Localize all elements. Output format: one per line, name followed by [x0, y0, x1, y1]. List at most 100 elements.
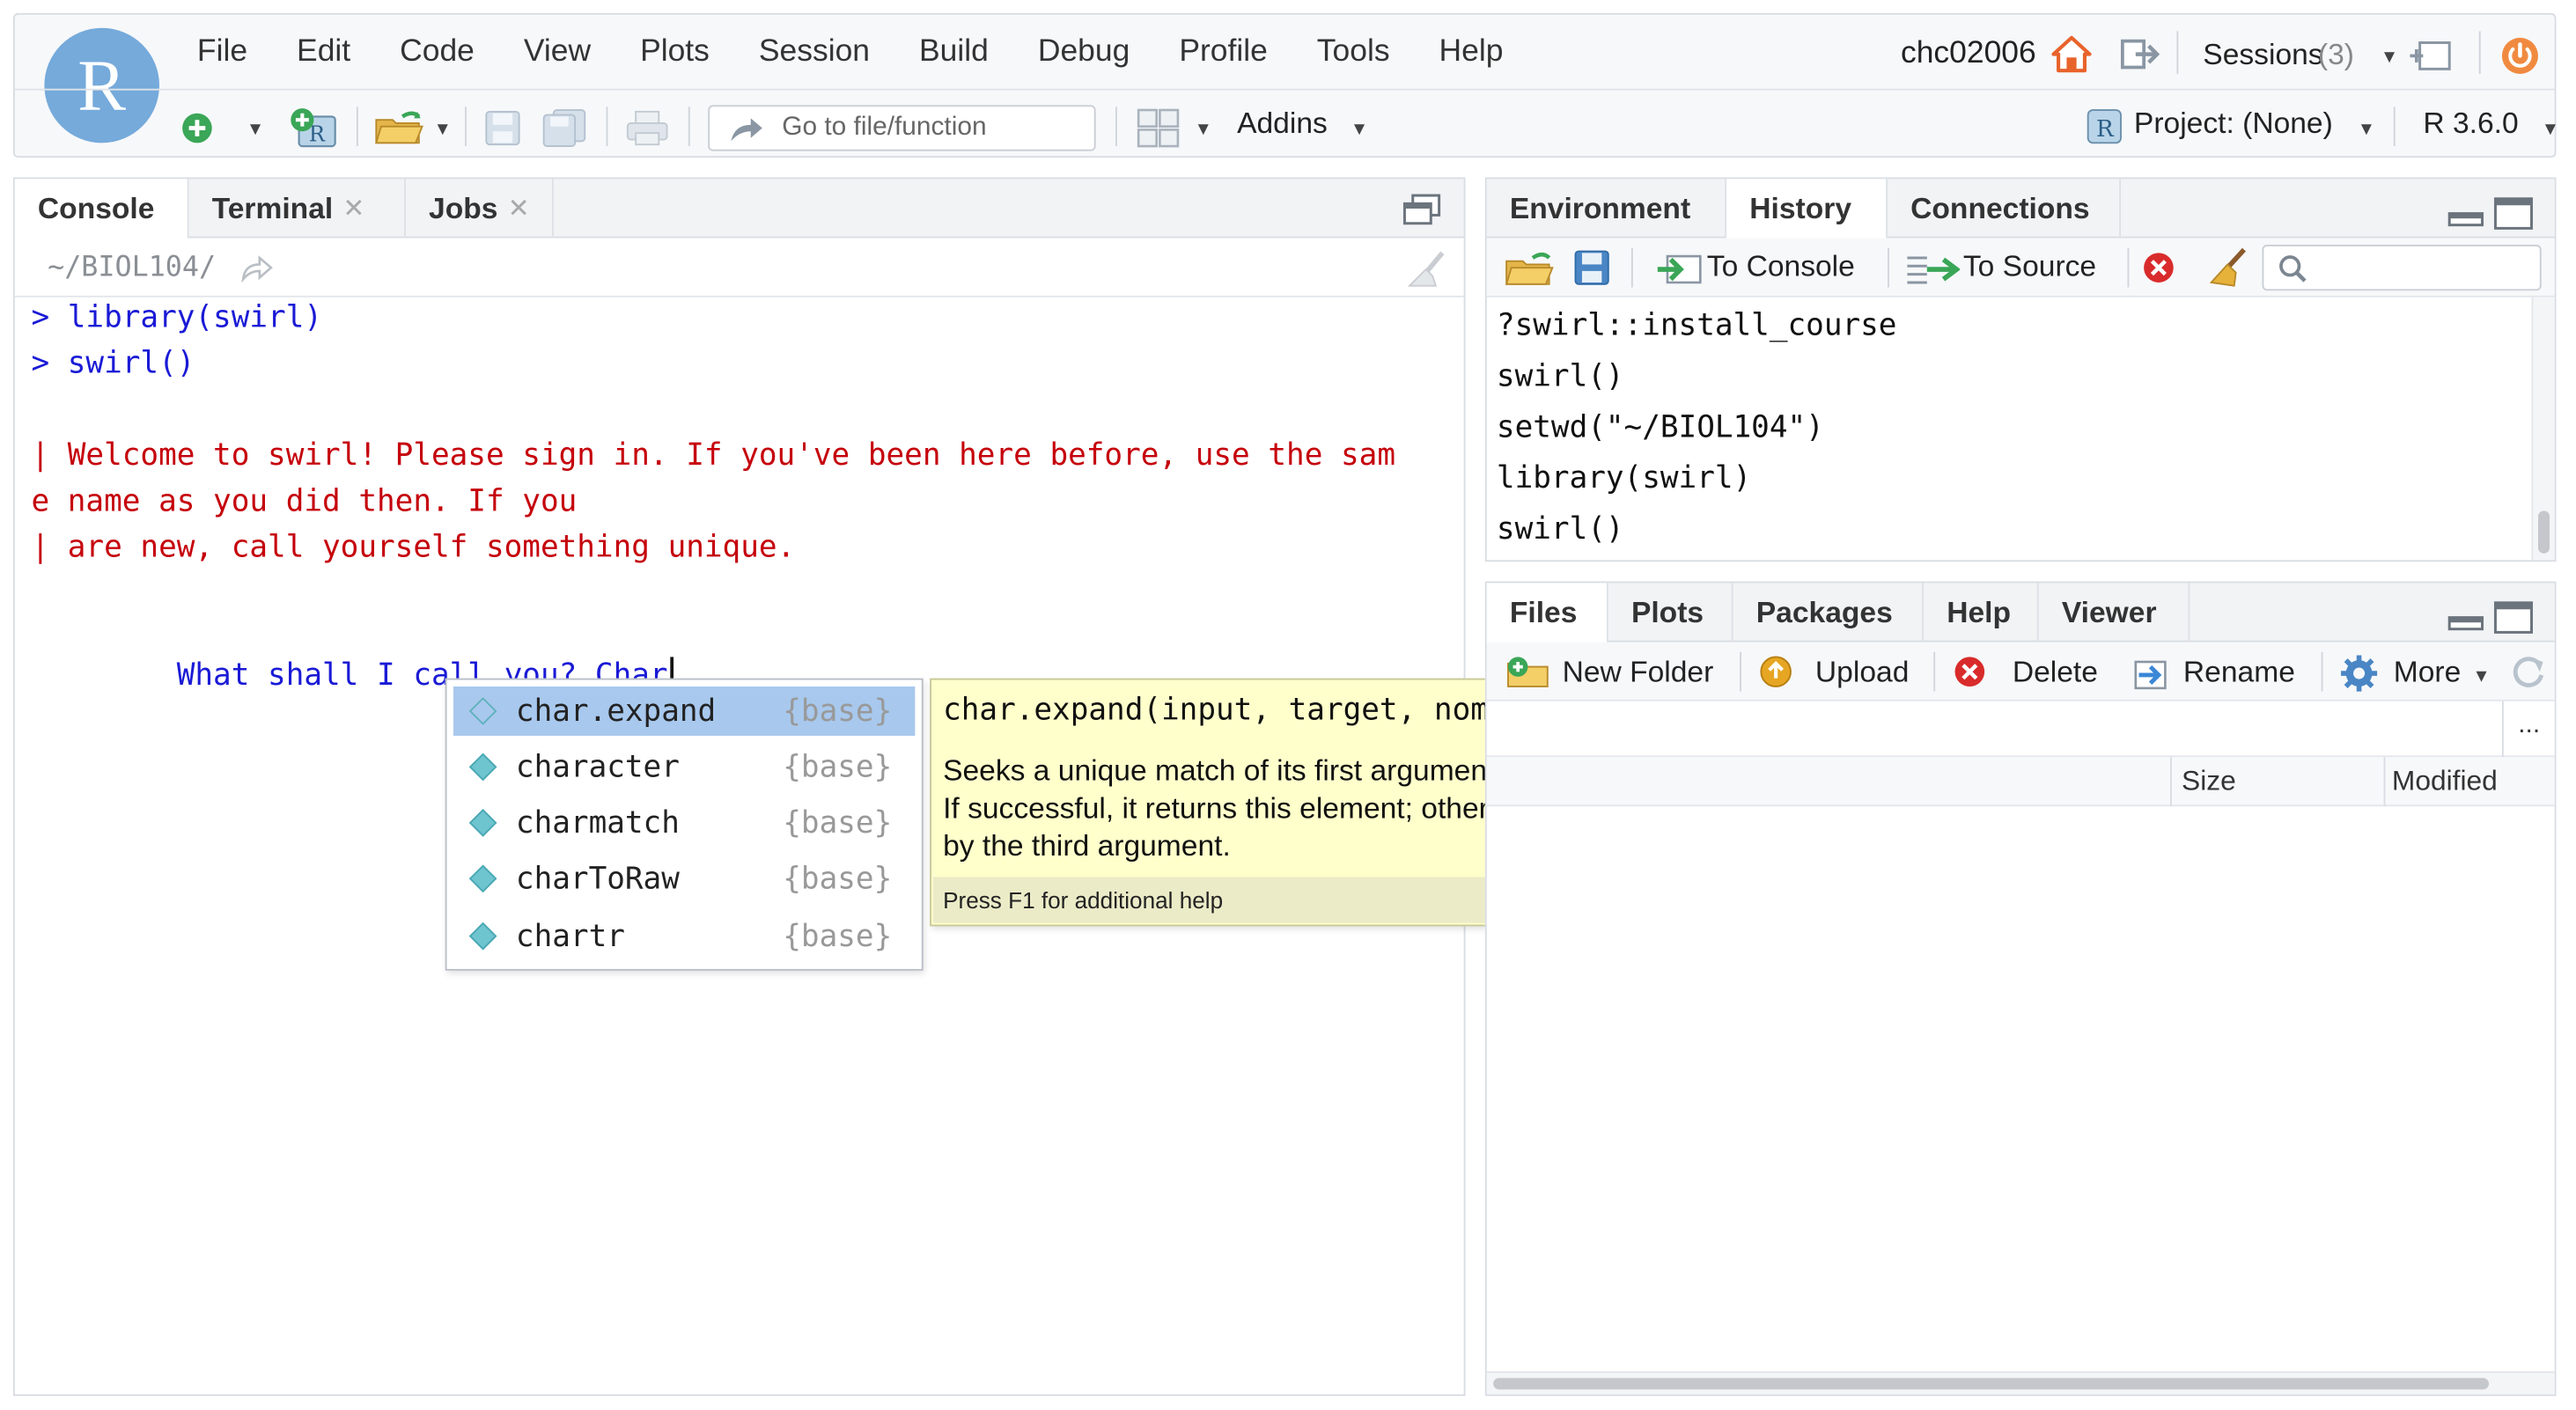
- files-more-options-button[interactable]: ...: [2501, 701, 2555, 758]
- chevron-down-icon[interactable]: ▼: [2472, 667, 2490, 687]
- menu-edit[interactable]: Edit: [272, 34, 375, 70]
- tab-viewer[interactable]: Viewer: [2039, 583, 2190, 643]
- sessions-label[interactable]: Sessions: [2203, 38, 2322, 72]
- menu-session[interactable]: Session: [734, 34, 894, 70]
- minimize-pane-icon[interactable]: [2446, 613, 2485, 632]
- delete-icon: [1950, 652, 1990, 692]
- column-size[interactable]: Size: [2169, 757, 2236, 807]
- history-entry[interactable]: swirl(): [1497, 512, 1624, 547]
- minimize-pane-icon[interactable]: [2446, 209, 2485, 228]
- autocomplete-package: {base}: [783, 694, 893, 729]
- menu-debug[interactable]: Debug: [1013, 34, 1154, 70]
- power-icon[interactable]: [2499, 34, 2542, 77]
- chevron-down-icon[interactable]: ▼: [247, 120, 264, 139]
- more-button[interactable]: More: [2394, 656, 2462, 690]
- close-icon[interactable]: ✕: [508, 192, 530, 224]
- go-to-file-input[interactable]: Go to file/function: [708, 105, 1096, 151]
- chevron-down-icon[interactable]: ▼: [2358, 120, 2375, 139]
- sessions-count: (3): [2317, 37, 2354, 71]
- tab-terminal[interactable]: Terminal ✕: [189, 179, 406, 239]
- close-icon[interactable]: ✕: [342, 192, 364, 224]
- history-scrollbar[interactable]: [2531, 297, 2555, 561]
- tab-label: History: [1749, 192, 1852, 225]
- history-entry[interactable]: swirl(): [1497, 360, 1624, 394]
- save-history-icon[interactable]: [1572, 250, 1612, 286]
- new-file-icon[interactable]: [179, 110, 215, 146]
- upload-button[interactable]: Upload: [1815, 656, 1909, 690]
- r-version-menu[interactable]: R 3.6.0: [2423, 106, 2518, 141]
- chevron-down-icon[interactable]: ▼: [2542, 120, 2559, 139]
- open-folder-icon[interactable]: [373, 106, 426, 150]
- to-source-button[interactable]: To Source: [1963, 250, 2096, 284]
- menu-plots[interactable]: Plots: [615, 34, 734, 70]
- tab-help[interactable]: Help: [1924, 583, 2039, 643]
- load-history-icon[interactable]: [1503, 248, 1556, 288]
- tab-console[interactable]: Console: [14, 179, 189, 240]
- remove-entry-icon[interactable]: [2140, 250, 2176, 286]
- save-icon[interactable]: [482, 108, 525, 148]
- clear-console-icon[interactable]: [1402, 248, 1451, 291]
- working-directory[interactable]: ~/BIOL104/: [48, 251, 216, 283]
- history-entry[interactable]: library(swirl): [1497, 461, 1751, 496]
- menu-code[interactable]: Code: [375, 34, 499, 70]
- chevron-down-icon[interactable]: ▼: [434, 120, 452, 139]
- addins-menu[interactable]: Addins: [1237, 106, 1328, 141]
- tab-jobs[interactable]: Jobs ✕: [406, 179, 554, 239]
- tab-packages[interactable]: Packages: [1733, 583, 1925, 643]
- history-search-input[interactable]: [2262, 245, 2542, 291]
- autocomplete-item[interactable]: charToRaw {base}: [453, 854, 915, 903]
- to-source-icon: [1904, 251, 1961, 287]
- svg-text:R: R: [2096, 116, 2115, 143]
- maximize-pane-icon[interactable]: [2492, 601, 2536, 634]
- project-menu[interactable]: Project: (None): [2134, 106, 2333, 141]
- history-entry[interactable]: ?swirl::install_course: [1497, 309, 1897, 343]
- new-folder-button[interactable]: New Folder: [1563, 656, 1714, 690]
- autocomplete-item[interactable]: chartr {base}: [453, 912, 915, 961]
- home-icon[interactable]: [2049, 31, 2094, 77]
- chevron-down-icon[interactable]: ▼: [1351, 120, 1368, 139]
- maximize-pane-icon[interactable]: [2492, 197, 2536, 230]
- tab-connections[interactable]: Connections: [1888, 179, 2122, 239]
- save-all-icon[interactable]: [541, 108, 590, 148]
- menu-view[interactable]: View: [499, 34, 615, 70]
- chevron-down-icon[interactable]: ▼: [1195, 120, 1212, 139]
- refresh-icon[interactable]: [2508, 652, 2548, 692]
- tab-environment[interactable]: Environment: [1487, 179, 1727, 239]
- menu-help[interactable]: Help: [1415, 34, 1528, 70]
- autocomplete-name: character: [515, 749, 680, 785]
- tab-files[interactable]: Files: [1486, 583, 1608, 644]
- rename-button[interactable]: Rename: [2183, 656, 2295, 690]
- chevron-down-icon[interactable]: ▼: [2381, 48, 2398, 67]
- menu-tools[interactable]: Tools: [1292, 34, 1415, 70]
- autocomplete-package: {base}: [783, 749, 893, 785]
- go-to-file-placeholder: Go to file/function: [782, 113, 987, 142]
- tab-history[interactable]: History: [1726, 179, 1888, 240]
- to-console-button[interactable]: To Console: [1707, 250, 1855, 284]
- new-session-icon[interactable]: [2403, 38, 2453, 74]
- sign-out-icon[interactable]: [2117, 31, 2163, 77]
- autocomplete-item[interactable]: char.expand {base}: [453, 686, 916, 736]
- clear-history-icon[interactable]: [2206, 246, 2252, 290]
- tab-plots[interactable]: Plots: [1608, 583, 1733, 643]
- delete-button[interactable]: Delete: [2013, 656, 2098, 690]
- tab-label: Terminal: [211, 191, 334, 224]
- scrollbar-thumb[interactable]: [2537, 510, 2550, 554]
- new-project-icon[interactable]: R: [288, 106, 343, 150]
- menu-file[interactable]: File: [173, 34, 272, 70]
- divider: [1630, 247, 1633, 288]
- pane-layout-icon[interactable]: [1135, 106, 1181, 150]
- history-entry[interactable]: setwd("~/BIOL104"): [1497, 411, 1824, 445]
- autocomplete-item[interactable]: charmatch {base}: [453, 798, 915, 848]
- files-scrollbar[interactable]: [1486, 1371, 2555, 1395]
- menu-build[interactable]: Build: [894, 34, 1013, 70]
- column-modified[interactable]: Modified: [2383, 757, 2498, 807]
- history-tabstrip: Environment History Connections: [1486, 179, 2555, 240]
- scrollbar-thumb[interactable]: [1493, 1377, 2489, 1390]
- restore-pane-icon[interactable]: [1402, 194, 1445, 226]
- tab-label: Help: [1947, 595, 2012, 628]
- menu-profile[interactable]: Profile: [1154, 34, 1292, 70]
- go-to-directory-icon[interactable]: [239, 251, 275, 283]
- autocomplete-item[interactable]: character {base}: [453, 742, 915, 791]
- print-icon[interactable]: [622, 108, 672, 148]
- divider: [465, 106, 467, 147]
